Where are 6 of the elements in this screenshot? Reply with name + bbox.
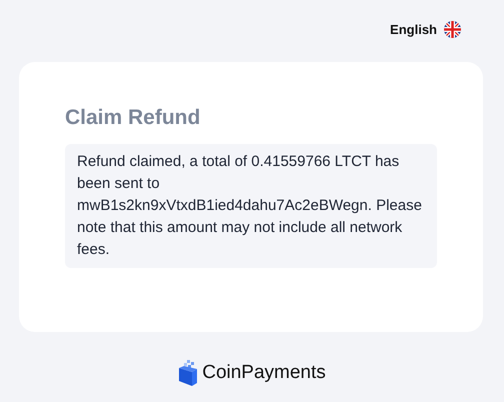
flag-icon: [444, 20, 461, 38]
language-selector[interactable]: English: [390, 22, 437, 36]
logo-icon: [178, 360, 198, 386]
card-title: Claim Refund: [65, 106, 202, 130]
refund-message: Refund claimed, a total of 0.41559766 LTCT has been sent to mwB1s2kn9xVtxdB1ied4dahu7Ac2eBWegn. Please note that this amount may not include all network fees.: [65, 144, 437, 268]
brand-name: CoinPayments: [202, 362, 326, 384]
